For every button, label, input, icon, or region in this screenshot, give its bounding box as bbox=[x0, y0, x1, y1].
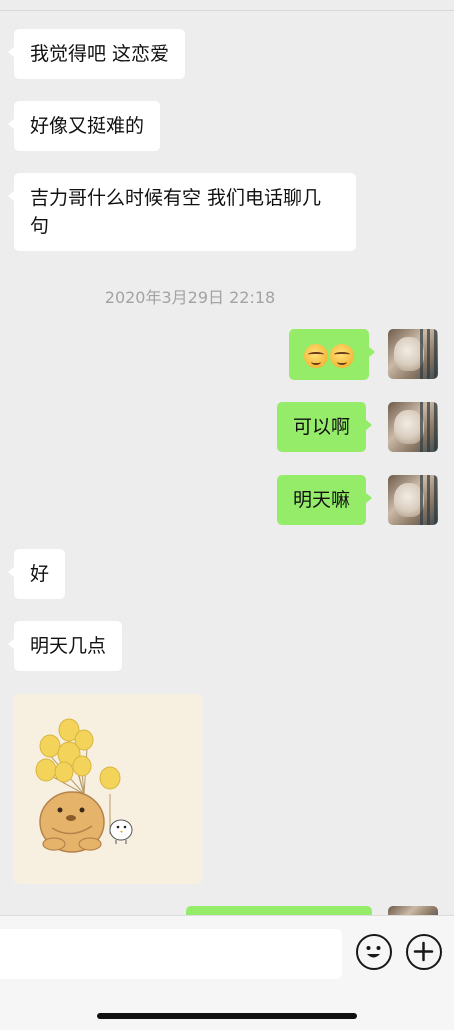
home-indicator bbox=[97, 1013, 357, 1019]
outgoing-message[interactable]: 明天嘛 bbox=[277, 475, 373, 525]
outgoing-message[interactable]: 可以啊 bbox=[277, 402, 373, 452]
message-text: 好像又挺难的 bbox=[30, 115, 145, 137]
message-text: 我觉得吧 这恋爱 bbox=[30, 43, 170, 65]
incoming-message[interactable]: 好像又挺难的 bbox=[7, 101, 161, 151]
message-text: 明天几点 bbox=[30, 635, 107, 657]
emoji-icon[interactable] bbox=[356, 934, 392, 970]
message-timestamp: 2020年3月29日 22:18 bbox=[104, 288, 276, 307]
message-text: 好 bbox=[30, 563, 50, 585]
outgoing-message[interactable] bbox=[186, 906, 372, 915]
bear-with-balloons-sticker bbox=[35, 718, 133, 853]
message-text: 明天嘛 bbox=[293, 489, 351, 511]
chat-area[interactable]: 我觉得吧 这恋爱 好像又挺难的 吉力哥什么时候有空 我们电话聊几句 2020年3… bbox=[0, 0, 454, 915]
incoming-message[interactable]: 好 bbox=[7, 549, 66, 599]
message-text: 吉力哥什么时候有空 我们电话聊几句 bbox=[30, 187, 322, 237]
outgoing-message-emoji[interactable] bbox=[289, 329, 375, 380]
incoming-message[interactable]: 我觉得吧 这恋爱 bbox=[7, 29, 186, 79]
incoming-message[interactable]: 明天几点 bbox=[7, 621, 123, 671]
avatar[interactable] bbox=[388, 906, 438, 915]
sticker-message[interactable] bbox=[14, 694, 202, 884]
top-divider bbox=[0, 10, 454, 11]
input-bar bbox=[0, 915, 454, 1030]
avatar[interactable] bbox=[388, 329, 438, 379]
avatar[interactable] bbox=[388, 475, 438, 525]
message-input[interactable] bbox=[0, 929, 342, 979]
message-text: 可以啊 bbox=[293, 416, 351, 438]
emoji-face-icon bbox=[304, 343, 328, 368]
avatar[interactable] bbox=[388, 402, 438, 452]
emoji-face-icon bbox=[330, 343, 354, 368]
plus-icon[interactable] bbox=[406, 934, 442, 970]
incoming-message[interactable]: 吉力哥什么时候有空 我们电话聊几句 bbox=[8, 173, 356, 251]
